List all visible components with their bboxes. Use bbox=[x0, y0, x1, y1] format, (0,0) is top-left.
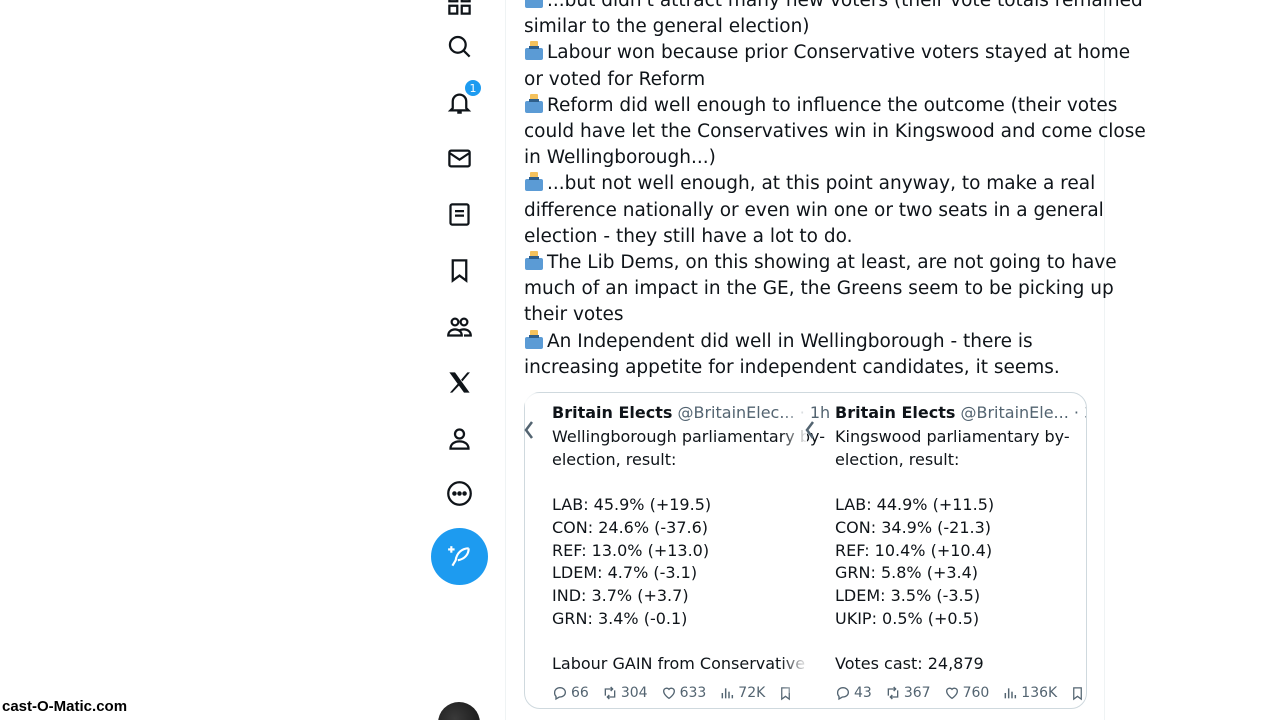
carousel-chevron-icon[interactable] bbox=[803, 418, 817, 442]
author-name[interactable]: Britain Elects bbox=[552, 403, 672, 422]
ballot-box-icon bbox=[524, 329, 544, 350]
tweet-text: ...but didn't attract many new voters (t… bbox=[524, 0, 1146, 381]
tweet-line: could have let the Conservatives win in … bbox=[524, 121, 1146, 143]
tweet-line: The Lib Dems, on this showing at least, … bbox=[524, 250, 1117, 276]
quoted-post[interactable]: Britain Elects @BritainEle... · 3h Kings… bbox=[835, 393, 1086, 708]
tweet-line: Reform did well enough to influence the … bbox=[524, 93, 1117, 119]
like-count: 760 bbox=[962, 685, 990, 701]
heart-icon bbox=[945, 687, 958, 700]
tweet-line: increasing appetite for independent cand… bbox=[524, 356, 1060, 378]
reply-count: 66 bbox=[571, 685, 589, 701]
feather-plus-icon bbox=[447, 545, 470, 566]
notification-badge: 1 bbox=[464, 79, 482, 97]
tweet-line: Labour won because prior Conservative vo… bbox=[524, 40, 1130, 66]
author-name[interactable]: Britain Elects bbox=[835, 403, 955, 422]
views-button[interactable]: 72K bbox=[719, 685, 765, 701]
ballot-box-icon bbox=[524, 172, 544, 192]
ballot-box-icon bbox=[524, 93, 544, 114]
views-button[interactable]: 136K bbox=[1002, 685, 1057, 701]
quoted-post-body: Wellingborough parliamentary by- electio… bbox=[552, 427, 825, 674]
tweet-line: ...but not well enough, at this point an… bbox=[524, 171, 1095, 197]
tweet-line: ...but didn't attract many new voters (t… bbox=[524, 0, 1143, 14]
bookmark-button[interactable] bbox=[1070, 686, 1086, 701]
more-icon[interactable] bbox=[444, 478, 474, 508]
ballot-box-icon bbox=[524, 0, 544, 9]
mail-icon[interactable] bbox=[444, 143, 474, 173]
reply-button[interactable]: 66 bbox=[552, 685, 589, 701]
tweet-line: similar to the general election) bbox=[524, 16, 810, 38]
like-button[interactable]: 760 bbox=[944, 685, 990, 701]
views-count: 136K bbox=[1021, 685, 1058, 701]
lists-icon[interactable] bbox=[444, 199, 474, 229]
reply-count: 43 bbox=[854, 685, 872, 701]
grid-icon[interactable] bbox=[444, 0, 474, 18]
watermark: cast-O-Matic.com bbox=[0, 698, 130, 715]
quoted-post-body: Kingswood parliamentary by- election, re… bbox=[835, 427, 1070, 674]
tweet-line: in Wellingborough...) bbox=[524, 147, 716, 169]
ballot-box-icon bbox=[524, 251, 544, 271]
bookmark-icon bbox=[1073, 686, 1083, 700]
search-icon[interactable] bbox=[444, 31, 474, 61]
communities-icon[interactable] bbox=[444, 311, 474, 341]
tweet-line: their votes bbox=[524, 304, 624, 326]
ballot-box-icon bbox=[524, 41, 544, 61]
views-count: 72K bbox=[738, 685, 766, 701]
profile-icon[interactable] bbox=[444, 423, 474, 453]
views-icon bbox=[1004, 688, 1017, 699]
post-button[interactable] bbox=[431, 528, 488, 585]
reply-icon bbox=[553, 687, 567, 701]
tweet-line: or voted for Reform bbox=[524, 68, 706, 90]
tweet-line: An Independent did well in Wellingboroug… bbox=[524, 329, 1092, 355]
carousel-prev-chevron-icon[interactable] bbox=[522, 418, 536, 442]
author-handle[interactable]: @BritainElec... bbox=[677, 403, 794, 422]
like-count: 633 bbox=[679, 685, 707, 701]
tweet-line: much of an impact in the GE, the Greens … bbox=[524, 278, 1114, 300]
repost-count: 304 bbox=[620, 685, 648, 701]
engagement-bar: 66 304 633 72K bbox=[552, 685, 809, 701]
like-button[interactable]: 633 bbox=[661, 685, 707, 701]
avatar[interactable] bbox=[438, 702, 480, 720]
repost-icon bbox=[604, 686, 616, 700]
main-column: ...but didn't attract many new voters (t… bbox=[505, 0, 1146, 720]
repost-button[interactable]: 367 bbox=[885, 685, 931, 701]
heart-icon bbox=[662, 687, 675, 700]
bookmark-icon[interactable] bbox=[444, 255, 474, 285]
bell-icon[interactable]: 1 bbox=[444, 79, 482, 117]
reply-icon bbox=[836, 687, 850, 701]
quoted-post[interactable]: Britain Elects @BritainElec... · 1h Well… bbox=[552, 393, 830, 708]
side-navigation: 1 bbox=[430, 0, 490, 720]
repost-icon bbox=[887, 686, 899, 700]
author-handle[interactable]: @BritainEle... bbox=[960, 403, 1068, 422]
quoted-post-header: Britain Elects @BritainEle... · 3h bbox=[835, 402, 1086, 424]
reply-button[interactable]: 43 bbox=[835, 685, 872, 701]
post-time: 3h bbox=[1084, 403, 1086, 422]
tweet-line: difference nationally or even win one or… bbox=[524, 199, 1104, 221]
x-logo-icon[interactable] bbox=[444, 367, 474, 397]
views-icon bbox=[721, 688, 734, 699]
repost-button[interactable]: 304 bbox=[602, 685, 648, 701]
tweet-line: election - they still have a lot to do. bbox=[524, 225, 853, 247]
repost-count: 367 bbox=[903, 685, 931, 701]
engagement-bar: 43 367 760 136K bbox=[835, 685, 1086, 701]
